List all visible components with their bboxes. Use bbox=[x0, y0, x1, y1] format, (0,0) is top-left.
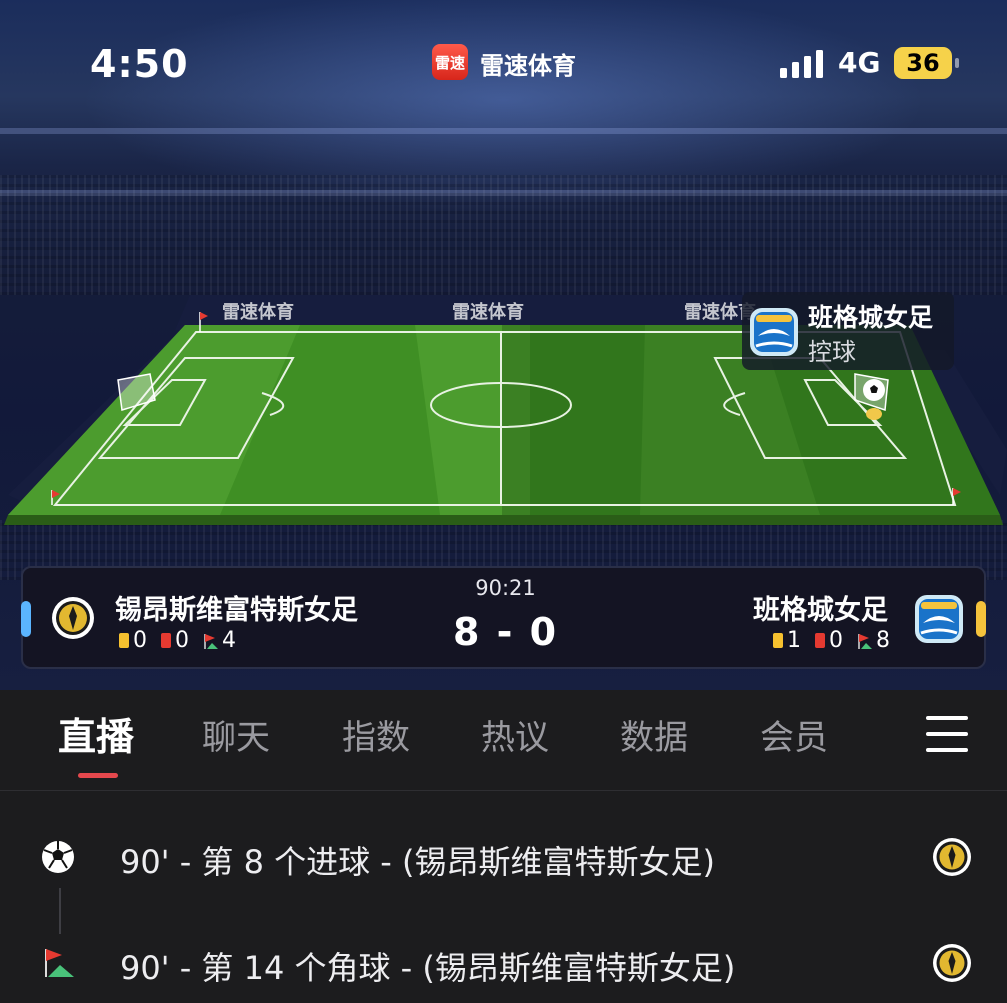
scoreboard: 锡昂斯维富特斯女足 0 0 4 90:21 8 - 0 班格城女足 1 0 8 bbox=[21, 566, 986, 669]
clock-time: 4:50 bbox=[90, 42, 189, 86]
app-logo-icon: 雷速 bbox=[432, 44, 468, 80]
tab-chat[interactable]: 聊天 bbox=[202, 710, 270, 759]
away-team-crest-icon bbox=[750, 308, 798, 356]
away-red-count: 0 bbox=[829, 628, 843, 653]
tab-bar: 直播 聊天 指数 热议 数据 会员 bbox=[0, 690, 1007, 791]
tab-member[interactable]: 会员 bbox=[760, 710, 828, 759]
away-team-color-bar bbox=[976, 601, 986, 637]
menu-icon[interactable] bbox=[926, 716, 968, 752]
signal-icon bbox=[780, 50, 823, 78]
ad-board-brand: 雷速体育 bbox=[452, 302, 524, 323]
tab-data[interactable]: 数据 bbox=[620, 710, 688, 759]
event-text: 90' - 第 14 个角球 - (锡昂斯维富特斯女足) bbox=[120, 949, 736, 987]
home-team-crest-icon bbox=[933, 838, 971, 876]
soccer-ball-icon bbox=[42, 841, 74, 873]
battery-icon: 36 bbox=[894, 47, 959, 79]
corner-flag-icon bbox=[45, 949, 74, 977]
tab-odds[interactable]: 指数 bbox=[342, 710, 410, 759]
home-team-crest-icon bbox=[933, 944, 971, 982]
stand-roof bbox=[0, 128, 1007, 134]
yellow-card-icon bbox=[773, 633, 783, 648]
ball-marker-icon bbox=[863, 379, 885, 401]
timeline-connector bbox=[59, 888, 61, 934]
possession-status: 控球 bbox=[808, 338, 856, 366]
red-card-icon bbox=[815, 633, 825, 648]
network-type: 4G bbox=[838, 46, 881, 79]
event-text: 90' - 第 8 个进球 - (锡昂斯维富特斯女足) bbox=[120, 843, 715, 881]
away-team-stats: 1 0 8 bbox=[773, 628, 890, 653]
away-team-name: 班格城女足 bbox=[753, 595, 888, 626]
tab-live[interactable]: 直播 bbox=[58, 706, 134, 761]
ball-position-marker bbox=[866, 408, 882, 420]
list-item: 90' - 第 14 个角球 - (锡昂斯维富特斯女足) bbox=[0, 923, 1007, 1003]
stadium-view: 4:50 雷速 雷速体育 4G 36 雷速体育 雷速体育 雷速体育 班格城女足 … bbox=[0, 0, 1007, 690]
tab-discussion[interactable]: 热议 bbox=[481, 710, 549, 759]
corner-flag-icon bbox=[858, 633, 872, 649]
possession-team-name: 班格城女足 bbox=[808, 303, 934, 332]
away-team-crest-icon bbox=[915, 595, 963, 643]
away-corner-count: 8 bbox=[876, 628, 890, 653]
live-event-feed: 90' - 第 8 个进球 - (锡昂斯维富特斯女足) 90' - 第 14 个… bbox=[0, 791, 1007, 1000]
possession-indicator: 班格城女足 控球 bbox=[742, 292, 954, 370]
active-tab-indicator bbox=[78, 773, 118, 778]
list-item: 90' - 第 8 个进球 - (锡昂斯维富特斯女足) bbox=[0, 817, 1007, 897]
away-yellow-count: 1 bbox=[787, 628, 801, 653]
app-name: 雷速体育 bbox=[480, 52, 576, 80]
ad-board-brand: 雷速体育 bbox=[222, 302, 294, 323]
status-bar: 4:50 雷速 雷速体育 4G 36 bbox=[0, 0, 1007, 125]
crowd bbox=[0, 175, 1007, 295]
